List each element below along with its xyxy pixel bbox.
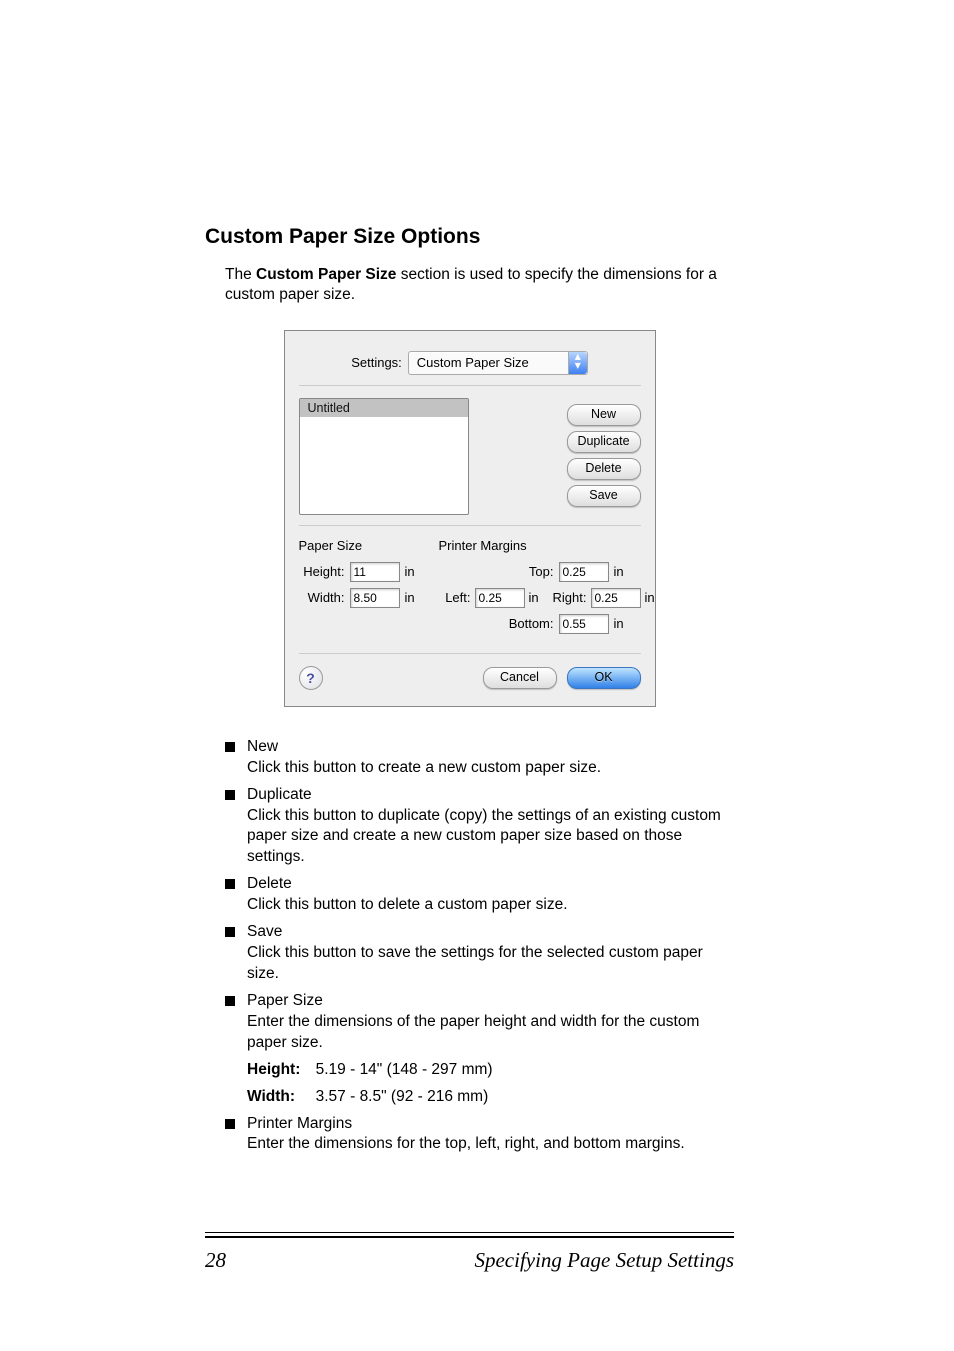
option-description: Click this button to duplicate (copy) th… bbox=[247, 806, 734, 869]
top-input[interactable] bbox=[559, 562, 609, 582]
paper-size-label: Paper Size bbox=[299, 538, 421, 553]
footer-rule-thin bbox=[205, 1232, 734, 1233]
settings-value: Custom Paper Size bbox=[417, 355, 529, 370]
option-description: Click this button to create a new custom… bbox=[247, 758, 734, 779]
option-title: New bbox=[247, 737, 734, 758]
option-title: Printer Margins bbox=[247, 1114, 734, 1135]
new-button[interactable]: New bbox=[567, 404, 641, 426]
option-title: Duplicate bbox=[247, 785, 734, 806]
width-range-row: Width: 3.57 - 8.5" (92 - 216 mm) bbox=[247, 1087, 734, 1108]
option-title: Save bbox=[247, 922, 734, 943]
settings-label: Settings: bbox=[351, 355, 402, 370]
bottom-label: Bottom: bbox=[509, 616, 554, 631]
list-item[interactable]: Untitled bbox=[300, 399, 468, 417]
unit-label: in bbox=[614, 616, 630, 631]
unit-label: in bbox=[405, 590, 421, 605]
left-input[interactable] bbox=[475, 588, 525, 608]
cancel-button[interactable]: Cancel bbox=[483, 667, 557, 689]
option-description: Click this button to save the settings f… bbox=[247, 943, 734, 985]
settings-select[interactable]: Custom Paper Size ▴ ▾ bbox=[408, 351, 588, 375]
width-label: Width: bbox=[299, 590, 345, 605]
bottom-input[interactable] bbox=[559, 614, 609, 634]
right-input[interactable] bbox=[591, 588, 641, 608]
option-title: Paper Size bbox=[247, 991, 734, 1012]
option-title: Delete bbox=[247, 874, 734, 895]
divider bbox=[299, 525, 641, 526]
width-input[interactable] bbox=[350, 588, 400, 608]
height-input[interactable] bbox=[350, 562, 400, 582]
footer-rule-thick bbox=[205, 1236, 734, 1238]
right-label: Right: bbox=[549, 590, 587, 605]
unit-label: in bbox=[529, 590, 545, 605]
left-label: Left: bbox=[439, 590, 471, 605]
option-description: Enter the dimensions of the paper height… bbox=[247, 1012, 734, 1054]
height-label: Height: bbox=[299, 564, 345, 579]
help-icon[interactable]: ? bbox=[299, 666, 323, 690]
divider bbox=[299, 385, 641, 386]
unit-label: in bbox=[405, 564, 421, 579]
top-label: Top: bbox=[529, 564, 554, 579]
intro-bold: Custom Paper Size bbox=[256, 266, 396, 283]
unit-label: in bbox=[614, 564, 630, 579]
custom-sizes-listbox[interactable]: Untitled bbox=[299, 398, 469, 515]
section-heading: Custom Paper Size Options bbox=[205, 225, 734, 249]
printer-margins-label: Printer Margins bbox=[439, 538, 661, 553]
height-range-row: Height: 5.19 - 14" (148 - 297 mm) bbox=[247, 1060, 734, 1081]
page-number: 28 bbox=[205, 1248, 226, 1273]
section-running-title: Specifying Page Setup Settings bbox=[474, 1248, 734, 1273]
intro-pre: The bbox=[225, 266, 256, 283]
intro-paragraph: The Custom Paper Size section is used to… bbox=[225, 265, 734, 305]
save-button[interactable]: Save bbox=[567, 485, 641, 507]
duplicate-button[interactable]: Duplicate bbox=[567, 431, 641, 453]
delete-button[interactable]: Delete bbox=[567, 458, 641, 480]
settings-row: Settings: Custom Paper Size ▴ ▾ bbox=[299, 351, 641, 375]
chevron-up-down-icon: ▴ ▾ bbox=[568, 352, 587, 374]
option-description: Click this button to delete a custom pap… bbox=[247, 895, 734, 916]
dialog-figure: Settings: Custom Paper Size ▴ ▾ Untitled… bbox=[284, 330, 656, 707]
unit-label: in bbox=[645, 590, 661, 605]
ok-button[interactable]: OK bbox=[567, 667, 641, 689]
divider bbox=[299, 653, 641, 654]
option-list: New Click this button to create a new cu… bbox=[225, 737, 734, 1156]
option-description: Enter the dimensions for the top, left, … bbox=[247, 1134, 734, 1155]
